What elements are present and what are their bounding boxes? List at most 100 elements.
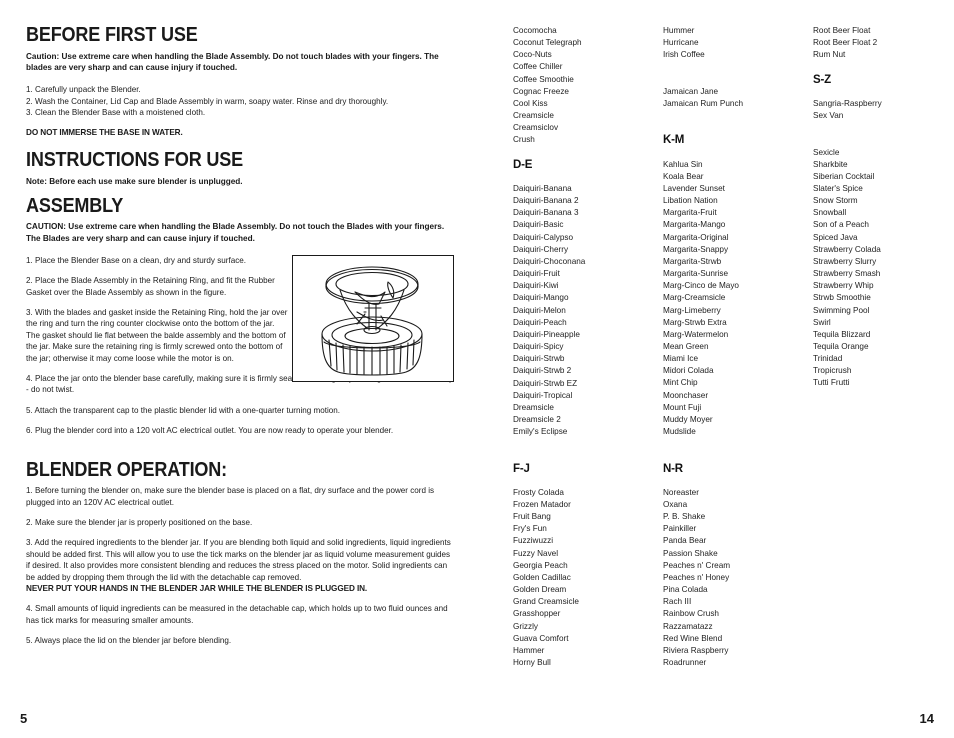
alpha-section-heading: S-Z	[813, 73, 831, 86]
drink-list-item: Marg-Limeberry	[663, 305, 721, 315]
index-spacer	[663, 475, 813, 487]
drink-list-item: Coco-Nuts	[513, 50, 552, 60]
drink-list-item: Kahlua Sin	[663, 159, 703, 169]
heading-before-first-use: BEFORE FIRST USE	[26, 23, 198, 46]
drink-list-item: Marg-Strwb Extra	[663, 317, 727, 327]
drink-list-item: Grizzly	[513, 621, 539, 631]
drink-list-item: Frozen Matador	[513, 500, 571, 510]
drink-list-item: Swimming Pool	[813, 305, 870, 315]
index-spacer	[663, 122, 813, 134]
drink-list-item: Daiquiri-Cherry	[513, 244, 569, 254]
drink-list-item: Cool Kiss	[513, 98, 548, 108]
drink-list-item: Strawberry Slurry	[813, 256, 877, 266]
drink-list-item: Margarita-Snappy	[663, 244, 729, 254]
drink-list-item: Fruit Bang	[513, 512, 551, 522]
blender-operation-steps: 1. Before turning the blender on, make s…	[26, 485, 456, 646]
drink-list-item: Daiquiri-Banana 2	[513, 196, 579, 206]
drink-list-item: Daiquiri-Choconana	[513, 256, 586, 266]
drink-list-item: Margarita-Sunrise	[663, 269, 729, 279]
drink-list-item: Cognac Freeze	[513, 86, 569, 96]
drink-list-item: Hurricane	[663, 38, 699, 48]
list-item: 2. Wash the Container, Lid Cap and Blade…	[26, 96, 389, 106]
never-put-hands-warning: NEVER PUT YOUR HANDS IN THE BLENDER JAR …	[26, 583, 368, 593]
list-item: 5. Always place the lid on the blender j…	[26, 636, 232, 646]
alpha-section-heading: K-M	[663, 134, 685, 147]
drink-list-item: Emily's Eclipse	[513, 427, 568, 437]
drink-list-item: Tutti Frutti	[813, 378, 850, 388]
drink-list-item: Irish Coffee	[663, 50, 705, 60]
drink-list-item: Daiquiri-Kiwi	[513, 281, 559, 291]
index-spacer	[663, 61, 813, 73]
drink-list-item: Daiquiri-Strwb	[513, 354, 565, 364]
page-number-right: 14	[919, 711, 934, 726]
drink-list-item: Moonchaser	[663, 390, 709, 400]
drink-list-item: Miami Ice	[663, 354, 699, 364]
drink-list-item: Passion Shake	[663, 548, 718, 558]
drink-list-item: Roadrunner	[663, 658, 707, 667]
drink-list-item: Rainbow Crush	[663, 609, 719, 619]
assembly-steps: 1. Place the Blender Base on a clean, dr…	[26, 255, 288, 364]
drink-list-item: Peaches n' Honey	[663, 572, 730, 582]
list-item: 1. Place the Blender Base on a clean, dr…	[26, 255, 247, 265]
index-spacer	[513, 450, 663, 462]
drink-list-item: Root Beer Float	[813, 26, 871, 35]
drink-list-item: Daiquiri-Calypso	[513, 232, 574, 242]
drink-list-item: Fuzzy Navel	[513, 548, 559, 558]
drink-list-item: Sexicle	[813, 147, 840, 157]
drink-list-item: Son of a Peach	[813, 220, 869, 230]
drink-list-item: Crush	[513, 135, 535, 145]
drink-index-column-3: Root Beer Float Root Beer Float 2 Rum Nut S…	[813, 25, 953, 390]
drink-list-item: Koala Bear	[663, 171, 704, 181]
drink-list-item: Fuzziwuzzi	[513, 536, 554, 546]
drink-list-item: Creamsicle	[513, 111, 554, 121]
drink-list-item: Coconut Telegraph	[513, 38, 582, 48]
drink-list-item: Daiquiri-Tropical	[513, 390, 573, 400]
drink-list-item: Daiquiri-Banana 3	[513, 208, 579, 218]
drink-list-item: Daiquiri-Strwb EZ	[513, 378, 578, 388]
index-spacer	[663, 74, 813, 86]
drink-list-item: Daiquiri-Basic	[513, 220, 564, 230]
drink-list-item: Razzamatazz	[663, 621, 713, 631]
drink-list-item: Strawberry Colada	[813, 244, 881, 254]
heading-assembly: ASSEMBLY	[26, 193, 124, 217]
heading-instructions-for-use: INSTRUCTIONS FOR USE	[26, 148, 243, 172]
assembly-figure	[292, 254, 454, 382]
drink-list-item: Painkiller	[663, 524, 697, 534]
drink-list-item: Snow Storm	[813, 196, 858, 206]
drink-list-item: Daiquiri-Strwb 2	[513, 366, 572, 376]
list-item: 3. With the blades and gasket inside the…	[26, 307, 288, 363]
drink-list-item: Sex Van	[813, 111, 844, 121]
drink-list-item: Noreaster	[663, 487, 699, 497]
list-item: 2. Make sure the blender jar is properly…	[26, 517, 253, 527]
drink-list-item: Cocomocha	[513, 26, 557, 35]
page-number-left: 5	[20, 711, 28, 726]
drink-list-item: Mint Chip	[663, 378, 698, 388]
index-spacer	[513, 438, 663, 450]
list-item: 3. Add the required ingredients to the b…	[26, 538, 451, 582]
heading-blender-operation: BLENDER OPERATION:	[26, 457, 227, 481]
drink-list-item: Margarita-Original	[663, 232, 729, 242]
drink-list-item: Root Beer Float 2	[813, 38, 878, 48]
index-spacer	[663, 450, 813, 462]
drink-list-item: Coffee Chiller	[513, 62, 563, 72]
drink-list-item: Frosty Colada	[513, 487, 564, 497]
index-spacer	[813, 61, 953, 73]
index-spacer	[663, 147, 813, 159]
drink-list-item: Tequila Orange	[813, 342, 869, 351]
index-spacer	[813, 134, 953, 146]
drink-list-item: Marg-Watermelon	[663, 329, 729, 339]
list-item: 3. Clean the Blender Base with a moisten…	[26, 107, 206, 117]
drink-index-column-1: Cocomocha Coconut Telegraph Coco-Nuts Coffe…	[513, 25, 663, 669]
drink-list-item: Siberian Cocktail	[813, 171, 875, 181]
drink-list-item: Riviera Raspberry	[663, 645, 729, 655]
drink-list-item: Tropicrush	[813, 366, 852, 376]
manual-page-spread: BEFORE FIRST USE Caution: Use extreme ca…	[0, 0, 954, 738]
drink-list-item: Daiquiri-Fruit	[513, 269, 560, 279]
drink-list-item: Grasshopper	[513, 609, 561, 619]
drink-list-item: Sangria-Raspberry	[813, 98, 882, 108]
drink-list-item: Marg-Cinco de Mayo	[663, 281, 739, 291]
before-first-use-caution: Caution: Use extreme care when handling …	[26, 51, 439, 73]
drink-list-item: Jamaican Jane	[663, 86, 719, 96]
index-spacer	[513, 147, 663, 159]
left-page: BEFORE FIRST USE Caution: Use extreme ca…	[0, 0, 480, 738]
